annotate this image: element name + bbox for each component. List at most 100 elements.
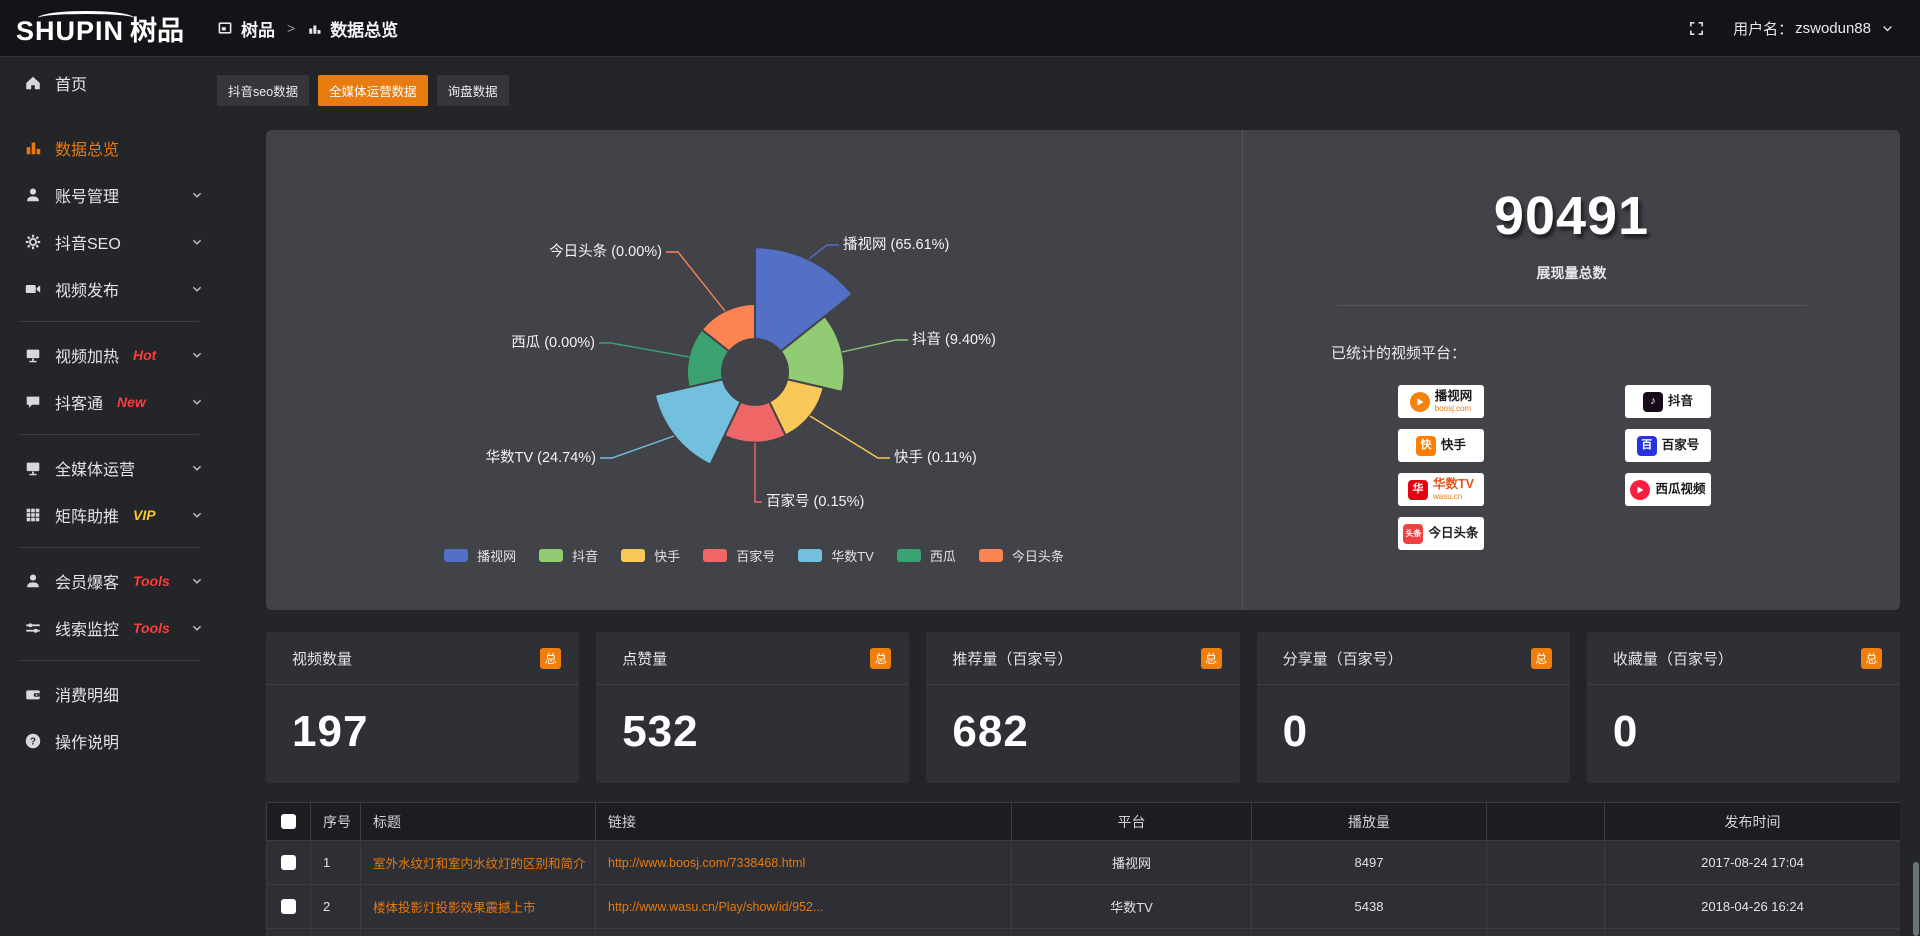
sidebar-item-sliders[interactable]: 线索监控Tools — [0, 604, 217, 651]
sidebar-item-label: 会员爆客 — [55, 569, 119, 593]
legend-item[interactable]: 快手 — [621, 546, 680, 565]
video-icon — [24, 280, 42, 298]
legend-label: 播视网 — [477, 546, 516, 565]
legend-item[interactable]: 百家号 — [703, 546, 775, 565]
videos-table-wrap: 序号 标题 链接 平台 播放量 发布时间 1 室外水纹灯和室内水纹灯的区别和简介… — [266, 802, 1900, 936]
chevron-down-icon[interactable] — [1881, 22, 1894, 35]
monitor-icon — [24, 459, 42, 477]
sidebar-item-wallet[interactable]: 消费明细 — [0, 670, 217, 717]
row-checkbox[interactable] — [281, 855, 296, 870]
app-window-icon — [217, 20, 233, 36]
breadcrumb-root[interactable]: 树品 — [241, 16, 275, 41]
platform-name: 今日头条 — [1428, 527, 1478, 540]
total-badge[interactable]: 总 — [870, 648, 891, 669]
stat-card-title: 推荐量（百家号） — [952, 648, 1072, 669]
pie-label: 抖音 (9.40%) — [912, 331, 996, 348]
table-row: 1 室外水纹灯和室内水纹灯的区别和简介 http://www.boosj.com… — [267, 841, 1901, 885]
sidebar-item-question[interactable]: ?操作说明 — [0, 717, 217, 764]
username-value[interactable]: zswodun88 — [1795, 20, 1871, 37]
total-badge[interactable]: 总 — [1201, 648, 1222, 669]
chevron-down-icon[interactable] — [191, 236, 203, 248]
tab-1[interactable]: 全媒体运营数据 — [318, 75, 428, 106]
col-header-title: 标题 — [361, 803, 596, 841]
row-url-link[interactable]: http://www.boosj.com/7338468.html — [596, 841, 1012, 885]
pie-label-line — [599, 343, 689, 357]
legend-item[interactable]: 播视网 — [444, 546, 516, 565]
row-title-link[interactable]: 室外水纹灯和室内水纹灯的区别和简介 — [361, 841, 596, 885]
sidebar-item-chat[interactable]: 抖客通New — [0, 378, 217, 425]
platform-name: 快手 — [1441, 439, 1466, 452]
sidebar-item-person[interactable]: 会员爆客Tools — [0, 557, 217, 604]
pie-label-line — [600, 436, 674, 458]
bar-chart-icon — [307, 21, 322, 36]
chevron-down-icon[interactable] — [191, 622, 203, 634]
legend-item[interactable]: 西瓜 — [897, 546, 956, 565]
scrollbar-thumb[interactable] — [1913, 862, 1919, 936]
stat-cards-row: 视频数量 总 197 点赞量 总 532 推荐量（百家号） 总 682 分享量（… — [266, 632, 1900, 783]
sidebar-item-gear[interactable]: 抖音SEO — [0, 218, 217, 265]
row-plays: 8497 — [1252, 841, 1487, 885]
platform-badge: 快 快手 — [1398, 429, 1484, 462]
fullscreen-icon[interactable] — [1688, 20, 1705, 37]
sidebar-item-heat[interactable]: 视频加热Hot — [0, 331, 217, 378]
platform-name: 西瓜视频 — [1655, 483, 1705, 496]
total-impressions-label: 展现量总数 — [1243, 263, 1900, 283]
sliders-icon — [24, 619, 42, 637]
question-icon: ? — [24, 732, 42, 750]
total-badge[interactable]: 总 — [1531, 648, 1552, 669]
logo: SHUPIN 树品 — [0, 9, 217, 48]
sidebar-item-bar-chart[interactable]: 数据总览 — [0, 124, 217, 171]
tab-0[interactable]: 抖音seo数据 — [217, 75, 309, 106]
sidebar-item-video[interactable]: 视频发布 — [0, 265, 217, 312]
legend-swatch — [444, 549, 468, 562]
platform-logo-icon — [1630, 480, 1650, 500]
platform-badge: 播视网boosj.com — [1398, 385, 1484, 418]
row-url-link[interactable]: http://www.wasu.cn/Play/show/id/952... — [596, 885, 1012, 929]
row-title-link[interactable]: 楼体投影灯投影效果震撼上市 — [361, 885, 596, 929]
select-all-checkbox[interactable] — [281, 814, 296, 829]
legend-label: 华数TV — [831, 546, 874, 565]
pie-label-line — [755, 443, 762, 502]
sidebar-item-home[interactable]: 首页 — [0, 59, 217, 106]
sidebar-item-grid[interactable]: 矩阵助推VIP — [0, 491, 217, 538]
overview-panel: 播视网 (65.61%)抖音 (9.40%)快手 (0.11%)百家号 (0.1… — [266, 130, 1900, 610]
row-plays: 5438 — [1252, 885, 1487, 929]
col-header-plays: 播放量 — [1252, 803, 1487, 841]
row-platform: 华数TV — [1012, 885, 1252, 929]
videos-table: 序号 标题 链接 平台 播放量 发布时间 1 室外水纹灯和室内水纹灯的区别和简介… — [266, 802, 1900, 936]
summary-area: 90491 展现量总数 已统计的视频平台： 播视网boosj.com快 快手华 … — [1242, 130, 1900, 610]
stat-card-title: 点赞量 — [622, 648, 667, 669]
stat-card-header: 点赞量 总 — [596, 632, 909, 685]
platform-sub: wasu.cn — [1433, 493, 1474, 501]
main-content: 抖音seo数据全媒体运营数据询盘数据 播视网 (65.61%)抖音 (9.40%… — [217, 57, 1920, 936]
tab-2[interactable]: 询盘数据 — [437, 75, 509, 106]
legend-swatch — [703, 549, 727, 562]
chart-area: 播视网 (65.61%)抖音 (9.40%)快手 (0.11%)百家号 (0.1… — [266, 130, 1242, 610]
logo-arc-decoration — [38, 11, 134, 25]
total-badge[interactable]: 总 — [1861, 648, 1882, 669]
stat-card: 视频数量 总 197 — [266, 632, 579, 783]
platform-logo-icon — [1410, 392, 1430, 412]
sidebar-item-monitor[interactable]: 全媒体运营 — [0, 444, 217, 491]
legend-item[interactable]: 今日头条 — [979, 546, 1064, 565]
chevron-down-icon[interactable] — [191, 509, 203, 521]
chevron-down-icon[interactable] — [191, 396, 203, 408]
row-checkbox[interactable] — [281, 899, 296, 914]
row-spacer — [1487, 841, 1605, 885]
pie-label: 快手 (0.11%) — [894, 449, 977, 466]
pie-slice[interactable] — [655, 379, 741, 464]
legend-item[interactable]: 抖音 — [539, 546, 598, 565]
legend-swatch — [621, 549, 645, 562]
sidebar-item-label: 全媒体运营 — [55, 456, 135, 480]
chevron-down-icon[interactable] — [191, 462, 203, 474]
chevron-down-icon[interactable] — [191, 575, 203, 587]
breadcrumb: 树品 > 数据总览 — [217, 16, 398, 41]
legend-item[interactable]: 华数TV — [798, 546, 874, 565]
chevron-down-icon[interactable] — [191, 189, 203, 201]
total-badge[interactable]: 总 — [540, 648, 561, 669]
sidebar-item-user[interactable]: 账号管理 — [0, 171, 217, 218]
chevron-down-icon[interactable] — [191, 283, 203, 295]
stat-card-header: 收藏量（百家号） 总 — [1587, 632, 1900, 685]
chevron-down-icon[interactable] — [191, 349, 203, 361]
platform-logo-icon: 头条 — [1403, 524, 1423, 544]
